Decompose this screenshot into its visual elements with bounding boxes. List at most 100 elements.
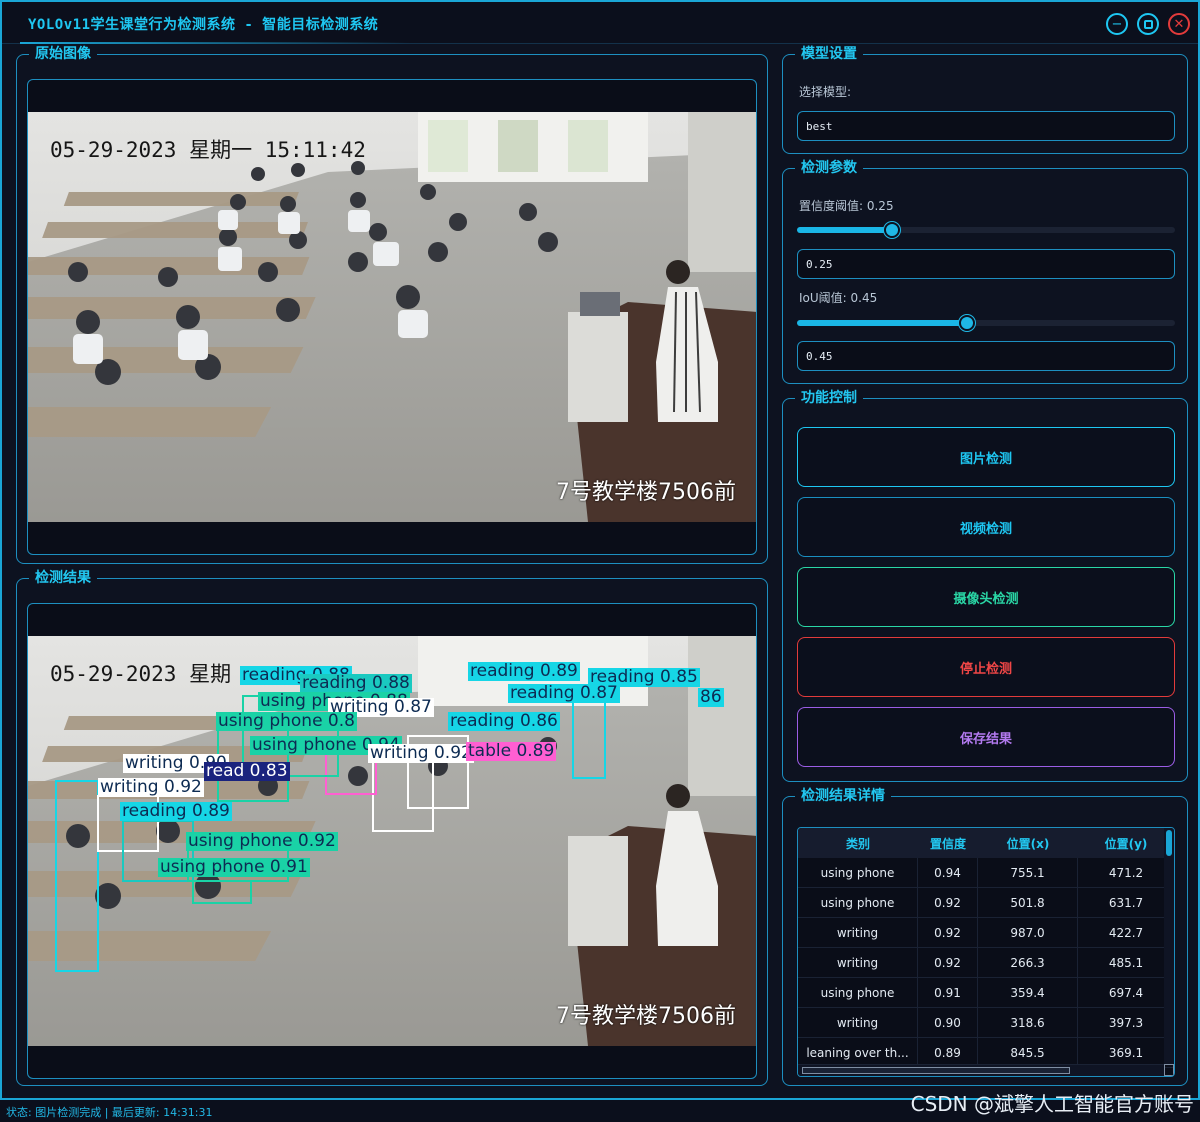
model-settings-panel: 模型设置 选择模型: best: [782, 45, 1188, 154]
original-classroom-image: 05-29-2023 星期一 15:11:42 7号教学楼7506前: [28, 112, 756, 522]
title-underline: [20, 42, 410, 44]
detection-label: reading 0.87: [508, 683, 620, 703]
original-image-title: 原始图像: [29, 45, 97, 63]
stop-detect-button[interactable]: 停止检测: [797, 637, 1175, 697]
detection-label: writing 0.92: [368, 743, 474, 763]
table-row[interactable]: writing 0.92 987.0 422.7: [798, 918, 1174, 948]
detection-label: read 0.83: [204, 761, 290, 781]
cell-confidence: 0.90: [918, 1008, 978, 1037]
result-timestamp-overlay: 05-29-2023 星期: [50, 662, 232, 686]
cell-x: 501.8: [978, 888, 1078, 917]
select-model-label: 选择模型:: [799, 85, 852, 99]
detection-label: using phone 0.91: [158, 857, 310, 877]
result-location-overlay: 7号教学楼7506前: [556, 1004, 736, 1029]
save-result-button[interactable]: 保存结果: [797, 707, 1175, 767]
cell-y: 471.2: [1108, 865, 1144, 880]
minimize-button[interactable]: −: [1106, 13, 1128, 35]
iou-slider[interactable]: [797, 315, 1175, 331]
minimize-icon: −: [1111, 16, 1123, 32]
table-row[interactable]: writing 0.92 266.3 485.1: [798, 948, 1174, 978]
column-header-class[interactable]: 类别: [798, 828, 918, 858]
cell-y: 485.1: [1108, 955, 1144, 970]
close-icon: ✕: [1173, 16, 1185, 32]
detection-label: 86: [698, 687, 724, 707]
column-header-y[interactable]: 位置(y): [1078, 828, 1174, 858]
cell-y: 369.1: [1108, 1045, 1144, 1060]
confidence-input[interactable]: 0.25: [797, 249, 1175, 279]
detection-label: using phone 0.92: [186, 831, 338, 851]
iou-slider-fill: [797, 320, 968, 326]
cell-confidence: 0.92: [918, 918, 978, 947]
detection-params-title: 检测参数: [795, 159, 863, 177]
watermark: CSDN @斌擎人工智能官方账号: [910, 1092, 1194, 1116]
cell-confidence: 0.92: [918, 948, 978, 977]
detection-label: using phone 0.8: [216, 711, 357, 731]
cell-x: 845.5: [978, 1038, 1078, 1067]
cell-x: 266.3: [978, 948, 1078, 977]
iou-slider-handle[interactable]: [959, 315, 976, 331]
image-detect-button[interactable]: 图片检测: [797, 427, 1175, 487]
maximize-button[interactable]: [1137, 13, 1159, 35]
window-title: YOLOv11学生课堂行为检测系统 - 智能目标检测系统: [28, 17, 379, 33]
original-timestamp-overlay: 05-29-2023 星期一 15:11:42: [50, 138, 366, 162]
detection-label: writing 0.92: [98, 777, 204, 797]
result-classroom-image: 05-29-2023 星期 7号教学楼7506前 reading 0.88 rea…: [28, 636, 756, 1046]
confidence-label: 置信度阈值: 0.25: [799, 199, 894, 213]
cell-class: using phone: [798, 978, 918, 1007]
cell-class: leaning over th...: [798, 1038, 918, 1067]
status-text: 状态: 图片检测完成 | 最后更新: 14:31:31: [6, 1106, 213, 1119]
title-bar: YOLOv11学生课堂行为检测系统 - 智能目标检测系统 − ✕: [2, 2, 1198, 44]
detection-label: reading 0.86: [448, 711, 560, 731]
original-image-frame: 05-29-2023 星期一 15:11:42 7号教学楼7506前: [27, 79, 757, 555]
model-settings-title: 模型设置: [795, 45, 863, 63]
table-row[interactable]: writing 0.90 318.6 397.3: [798, 1008, 1174, 1038]
detection-details-table: 类别 置信度 位置(x) 位置(y) using phone 0.94 755.1 4…: [797, 827, 1175, 1077]
classroom-scene: [28, 112, 756, 522]
cell-x: 987.0: [978, 918, 1078, 947]
cell-class: writing: [798, 918, 918, 947]
table-row[interactable]: using phone 0.92 501.8 631.7: [798, 888, 1174, 918]
video-detect-button[interactable]: 视频检测: [797, 497, 1175, 557]
cell-class: writing: [798, 1008, 918, 1037]
table-row[interactable]: using phone 0.94 755.1 471.2: [798, 858, 1174, 888]
detection-details-title: 检测结果详情: [795, 787, 891, 805]
cell-class: using phone: [798, 888, 918, 917]
detection-result-title: 检测结果: [29, 569, 97, 587]
cell-y: 631.7: [1108, 895, 1144, 910]
cell-confidence: 0.92: [918, 888, 978, 917]
column-header-x[interactable]: 位置(x): [978, 828, 1078, 858]
status-bar: 状态: 图片检测完成 | 最后更新: 14:31:31 CSDN @斌擎人工智能…: [0, 1092, 1200, 1122]
horizontal-scroll-thumb[interactable]: [802, 1067, 1070, 1074]
column-header-confidence[interactable]: 置信度: [918, 828, 978, 858]
cell-y: 397.3: [1108, 1015, 1144, 1030]
detection-label: reading 0.89: [468, 661, 580, 681]
detection-params-panel: 检测参数 置信度阈值: 0.25 0.25 IoU阈值: 0.45 0.45: [782, 159, 1188, 384]
detection-label: table 0.89: [466, 741, 557, 761]
detection-details-panel: 检测结果详情 类别 置信度 位置(x) 位置(y) using phone 0.9…: [782, 787, 1188, 1086]
cell-y: 697.4: [1108, 985, 1144, 1000]
cell-class: writing: [798, 948, 918, 977]
function-control-title: 功能控制: [795, 389, 863, 407]
model-select[interactable]: best: [797, 111, 1175, 141]
app-window: YOLOv11学生课堂行为检测系统 - 智能目标检测系统 − ✕ 原始图像 05…: [0, 0, 1200, 1100]
table-body: using phone 0.94 755.1 471.2 using phone 0.92…: [798, 858, 1174, 1068]
cell-x: 359.4: [978, 978, 1078, 1007]
table-row[interactable]: using phone 0.91 359.4 697.4: [798, 978, 1174, 1008]
camera-detect-button[interactable]: 摄像头检测: [797, 567, 1175, 627]
iou-input[interactable]: 0.45: [797, 341, 1175, 371]
result-image-frame: 05-29-2023 星期 7号教学楼7506前 reading 0.88 rea…: [27, 603, 757, 1079]
vertical-scrollbar[interactable]: [1164, 828, 1174, 1064]
confidence-slider-handle[interactable]: [883, 222, 900, 238]
detection-label: reading 0.89: [120, 801, 232, 821]
scroll-corner: [1164, 1064, 1174, 1076]
horizontal-scrollbar[interactable]: [798, 1064, 1164, 1076]
confidence-slider[interactable]: [797, 222, 1175, 238]
original-location-overlay: 7号教学楼7506前: [556, 480, 736, 505]
iou-label: IoU阈值: 0.45: [799, 291, 878, 305]
cell-y: 422.7: [1108, 925, 1144, 940]
cell-x: 755.1: [978, 858, 1078, 887]
vertical-scroll-thumb[interactable]: [1166, 830, 1172, 856]
confidence-slider-fill: [797, 227, 892, 233]
close-button[interactable]: ✕: [1168, 13, 1190, 35]
cell-confidence: 0.89: [918, 1038, 978, 1067]
